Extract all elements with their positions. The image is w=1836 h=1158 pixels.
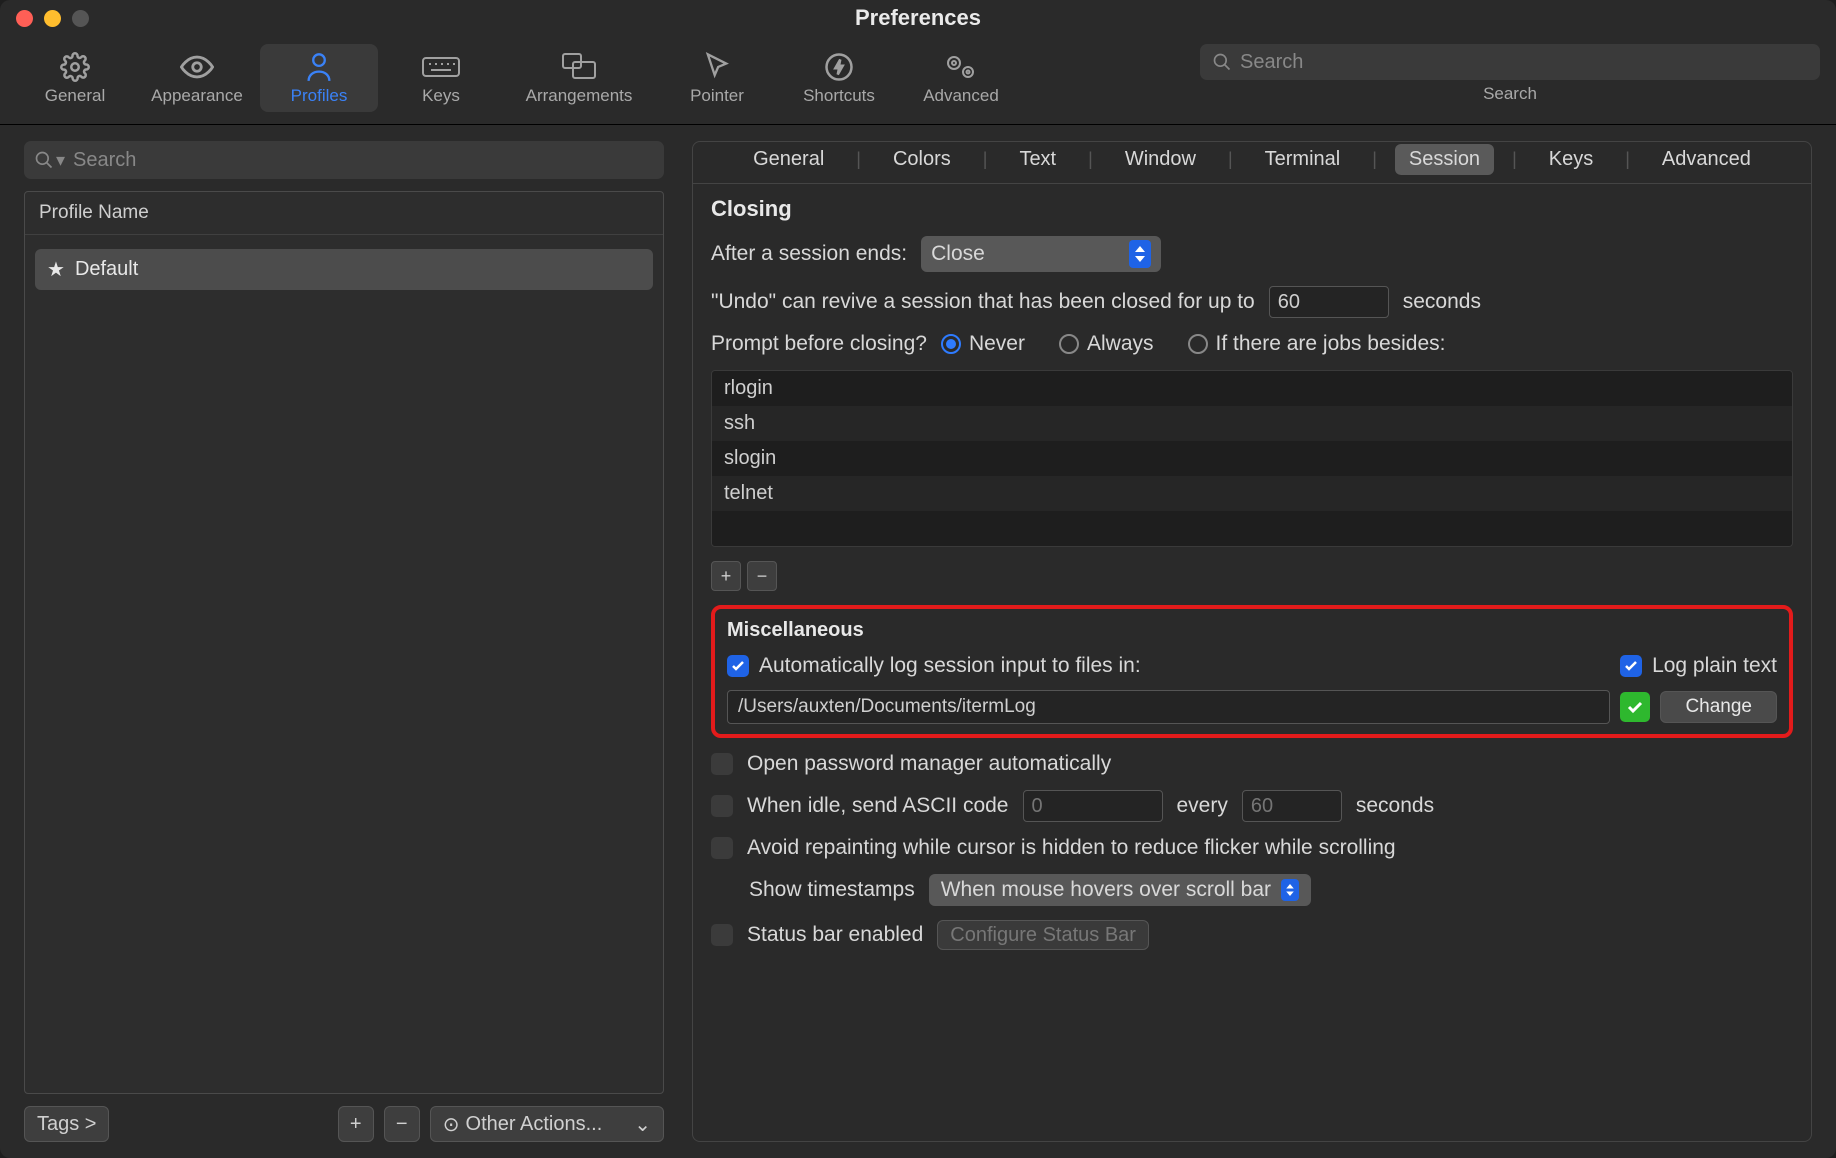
toolbar-item-appearance[interactable]: Appearance [138, 44, 256, 112]
undo-seconds-input[interactable] [1269, 286, 1389, 318]
toolbar-item-shortcuts[interactable]: Shortcuts [780, 44, 898, 112]
tags-button[interactable]: Tags > [24, 1106, 109, 1142]
misc-heading: Miscellaneous [727, 619, 1777, 642]
tab-window[interactable]: Window [1111, 144, 1210, 175]
toolbar-search-label: Search [1483, 84, 1537, 104]
toolbar-search-field[interactable] [1200, 44, 1820, 80]
toolbar-item-advanced[interactable]: Advanced [902, 44, 1020, 112]
closing-heading: Closing [711, 196, 1793, 222]
job-row[interactable]: telnet [712, 476, 1792, 511]
job-row[interactable]: ssh [712, 406, 1792, 441]
log-plain-label: Log plain text [1652, 654, 1777, 678]
gears-icon [943, 50, 979, 84]
idle-prefix: When idle, send ASCII code [747, 794, 1009, 818]
close-window-icon[interactable] [16, 10, 33, 27]
person-icon [305, 50, 333, 84]
fullscreen-window-icon[interactable] [72, 10, 89, 27]
configure-status-bar-button[interactable]: Configure Status Bar [937, 920, 1149, 950]
toolbar-item-general[interactable]: General [16, 44, 134, 112]
actions-icon: ⊙ [443, 1112, 460, 1137]
show-timestamps-select[interactable]: When mouse hovers over scroll bar [929, 874, 1311, 906]
radio-never[interactable]: Never [941, 332, 1025, 356]
gear-icon [60, 50, 90, 84]
tab-advanced[interactable]: Advanced [1648, 144, 1765, 175]
profile-tabs: General| Colors| Text| Window| Terminal|… [692, 141, 1812, 184]
prompt-before-closing-label: Prompt before closing? [711, 332, 927, 356]
add-profile-button[interactable]: + [338, 1106, 374, 1142]
show-timestamps-label: Show timestamps [749, 878, 915, 902]
preferences-toolbar: General Appearance Profiles Keys Arrange… [0, 36, 1836, 125]
toolbar-item-pointer[interactable]: Pointer [658, 44, 776, 112]
minimize-window-icon[interactable] [44, 10, 61, 27]
undo-suffix: seconds [1403, 290, 1481, 314]
log-path-input[interactable] [727, 690, 1610, 724]
job-row-empty[interactable] [712, 511, 1792, 546]
after-session-ends-label: After a session ends: [711, 242, 907, 266]
profile-name: Default [75, 258, 138, 281]
profiles-header[interactable]: Profile Name [25, 192, 663, 235]
avoid-repainting-label: Avoid repainting while cursor is hidden … [747, 836, 1396, 860]
job-row[interactable]: rlogin [712, 371, 1792, 406]
toolbar-search-input[interactable] [1240, 51, 1808, 74]
idle-mid: every [1177, 794, 1228, 818]
stepper-arrows-icon [1281, 879, 1299, 901]
profiles-search-field[interactable]: ▾ [24, 141, 664, 179]
eye-icon [180, 50, 214, 84]
avoid-repainting-checkbox[interactable] [711, 837, 733, 859]
star-icon: ★ [47, 257, 65, 282]
remove-job-button[interactable]: − [747, 561, 777, 591]
search-icon [34, 150, 54, 170]
job-row[interactable]: slogin [712, 441, 1792, 476]
after-session-ends-select[interactable]: Close [921, 236, 1161, 272]
idle-ascii-checkbox[interactable] [711, 795, 733, 817]
radio-jobs-besides[interactable]: If there are jobs besides: [1188, 332, 1446, 356]
open-password-manager-label: Open password manager automatically [747, 752, 1111, 776]
toolbar-item-keys[interactable]: Keys [382, 44, 500, 112]
tab-text[interactable]: Text [1005, 144, 1070, 175]
radio-icon [1188, 334, 1208, 354]
open-password-manager-checkbox[interactable] [711, 753, 733, 775]
profiles-list-box: Profile Name ★ Default [24, 191, 664, 1094]
tab-colors[interactable]: Colors [879, 144, 965, 175]
search-icon [1212, 52, 1232, 72]
misc-highlight-box: Miscellaneous Automatically log session … [711, 605, 1793, 738]
window-title: Preferences [855, 5, 981, 31]
radio-always[interactable]: Always [1059, 332, 1154, 356]
toolbar-item-profiles[interactable]: Profiles [260, 44, 378, 112]
tab-session[interactable]: Session [1395, 144, 1494, 175]
tab-terminal[interactable]: Terminal [1251, 144, 1355, 175]
remove-profile-button[interactable]: − [384, 1106, 420, 1142]
chevron-down-icon: ▾ [56, 150, 65, 171]
idle-suffix: seconds [1356, 794, 1434, 818]
idle-code-input[interactable] [1023, 790, 1163, 822]
undo-prefix: "Undo" can revive a session that has bee… [711, 290, 1255, 314]
radio-icon [941, 334, 961, 354]
keyboard-icon [421, 50, 461, 84]
auto-log-checkbox[interactable] [727, 655, 749, 677]
log-plain-text-checkbox[interactable] [1620, 655, 1642, 677]
add-job-button[interactable]: + [711, 561, 741, 591]
stepper-arrows-icon [1129, 240, 1151, 268]
bolt-circle-icon [824, 50, 854, 84]
auto-log-label: Automatically log session input to files… [759, 654, 1141, 678]
profiles-search-input[interactable] [73, 149, 654, 172]
cursor-icon [703, 50, 731, 84]
titlebar: Preferences [0, 0, 1836, 36]
chevron-down-icon: ⌄ [634, 1112, 651, 1137]
status-bar-label: Status bar enabled [747, 923, 923, 947]
idle-every-input[interactable] [1242, 790, 1342, 822]
toolbar-item-arrangements[interactable]: Arrangements [504, 44, 654, 112]
jobs-list[interactable]: rlogin ssh slogin telnet [711, 370, 1793, 547]
change-path-button[interactable]: Change [1660, 691, 1777, 723]
status-bar-checkbox[interactable] [711, 924, 733, 946]
path-valid-icon [1620, 692, 1650, 722]
other-actions-button[interactable]: ⊙ Other Actions... ⌄ [430, 1106, 664, 1142]
tab-general[interactable]: General [739, 144, 838, 175]
radio-icon [1059, 334, 1079, 354]
tab-keys[interactable]: Keys [1535, 144, 1607, 175]
windows-icon [561, 50, 597, 84]
profile-row-default[interactable]: ★ Default [35, 249, 653, 290]
